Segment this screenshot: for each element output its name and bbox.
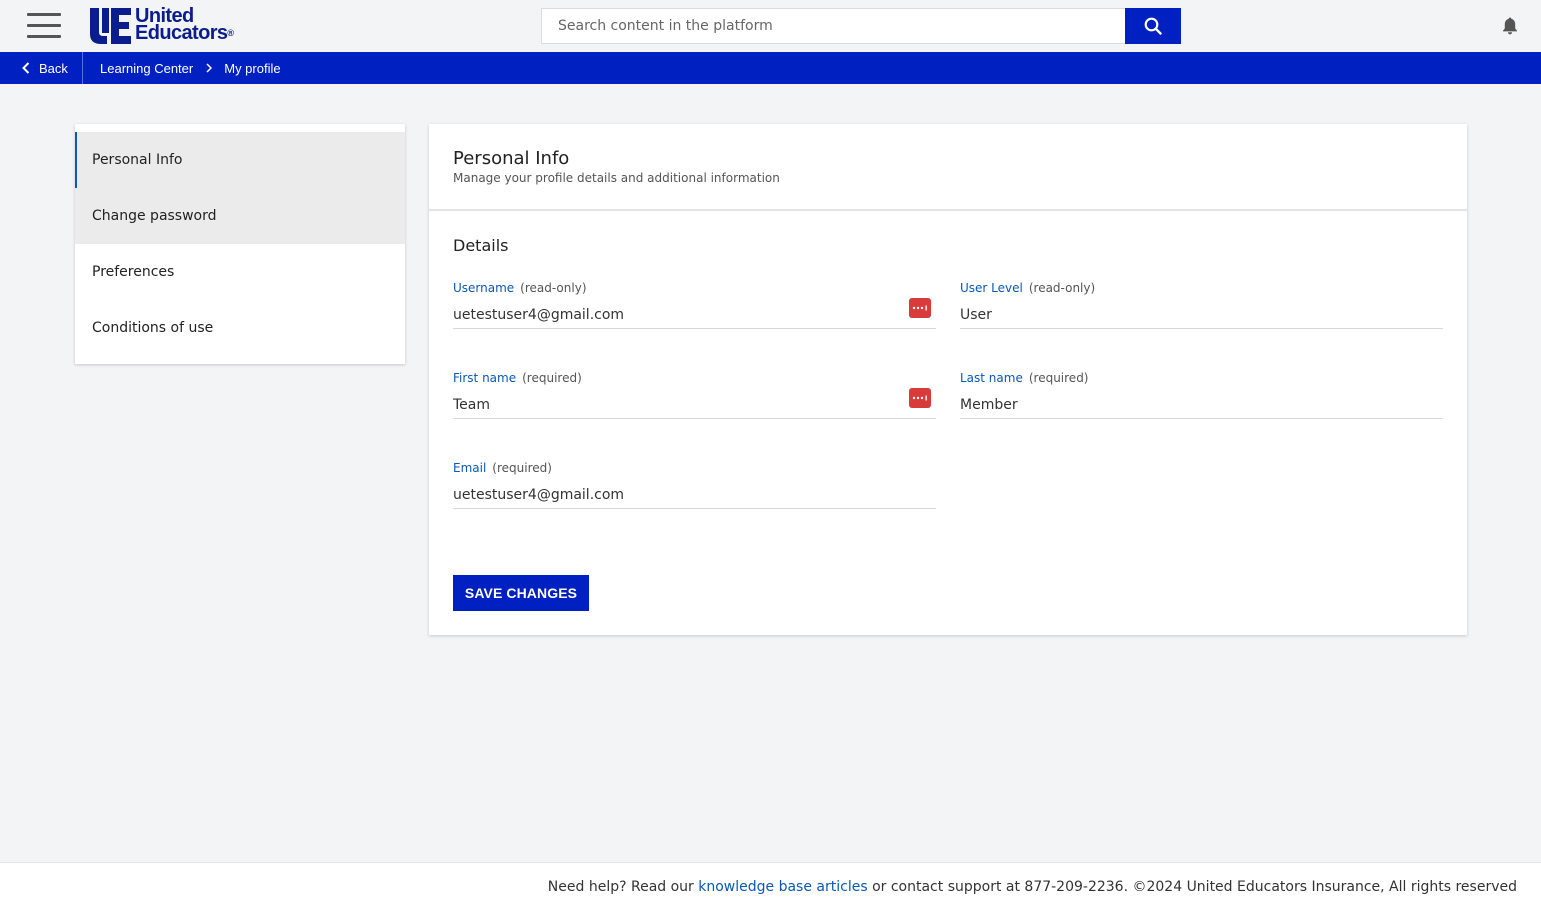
field-label: User Level — [960, 281, 1023, 295]
search-icon — [1144, 17, 1162, 35]
united-educators-logo[interactable]: United Educators® — [88, 6, 234, 46]
field-label: Last name — [960, 371, 1023, 385]
first-name-field: First name (required) — [453, 371, 936, 419]
sidebar-item-label: Change password — [92, 208, 217, 224]
username-input[interactable] — [453, 307, 893, 323]
last-name-field: Last name (required) — [960, 371, 1443, 419]
email-label: Email (required) — [453, 461, 552, 475]
logo-line-2: Educators — [135, 22, 228, 44]
field-label: Username — [453, 281, 515, 295]
field-note: (read-only) — [1028, 281, 1096, 295]
footer-suffix: or contact support at 877-209-2236. ©202… — [867, 879, 1517, 895]
sidebar-item-change-password[interactable]: Change password — [75, 188, 405, 244]
breadcrumb-my-profile: My profile — [224, 60, 281, 76]
personal-info-card: Personal Info Manage your profile detail… — [429, 124, 1467, 635]
footer-prefix: Need help? Read our — [547, 879, 699, 895]
profile-sidebar: Personal Info Change password Preference… — [75, 124, 405, 364]
footer-help-text: Need help? Read our knowledge base artic… — [548, 879, 1517, 895]
ue-logo-mark-icon — [90, 8, 131, 44]
sidebar-item-personal-info[interactable]: Personal Info — [75, 132, 405, 188]
user-level-label: User Level (read-only) — [960, 281, 1095, 295]
field-label: Email — [453, 461, 487, 475]
breadcrumb-learning-center[interactable]: Learning Center — [100, 61, 193, 76]
user-level-input[interactable] — [960, 307, 1400, 323]
sidebar-item-label: Preferences — [92, 264, 175, 280]
first-name-label: First name (required) — [453, 371, 582, 385]
field-note: (required) — [1028, 371, 1089, 385]
logo-wordmark: United Educators® — [135, 6, 234, 44]
back-label: Back — [39, 60, 68, 76]
back-button[interactable]: Back — [0, 52, 83, 84]
save-changes-button[interactable]: SAVE CHANGES — [453, 575, 589, 611]
field-label: First name — [453, 371, 517, 385]
breadcrumb-bar: Back Learning Center My profile — [0, 52, 1541, 84]
breadcrumb: Learning Center My profile — [100, 52, 281, 84]
username-field: Username (read-only) — [453, 281, 936, 329]
first-name-input[interactable] — [453, 397, 893, 413]
bell-icon[interactable] — [1501, 16, 1519, 36]
knowledge-base-link[interactable]: knowledge base articles — [698, 879, 867, 895]
chevron-right-icon — [206, 63, 213, 73]
email-field: Email (required) — [453, 461, 936, 509]
search-input[interactable] — [541, 8, 1125, 44]
logo-registered-mark: ® — [227, 28, 234, 38]
chevron-left-icon — [22, 62, 30, 74]
card-header: Personal Info Manage your profile detail… — [429, 124, 1467, 211]
password-manager-icon[interactable] — [909, 388, 931, 408]
sidebar-item-preferences[interactable]: Preferences — [75, 244, 405, 300]
hamburger-menu-icon[interactable] — [27, 13, 61, 39]
field-note: (read-only) — [520, 281, 587, 295]
email-input[interactable] — [453, 487, 893, 503]
field-note: (required) — [492, 461, 552, 475]
username-label: Username (read-only) — [453, 281, 587, 295]
footer: Need help? Read our knowledge base artic… — [0, 862, 1541, 911]
last-name-label: Last name (required) — [960, 371, 1089, 385]
top-bar: United Educators® — [0, 0, 1541, 52]
sidebar-item-label: Conditions of use — [92, 320, 214, 336]
search-bar — [541, 8, 1181, 44]
sidebar-item-label: Personal Info — [92, 152, 183, 168]
password-manager-icon[interactable] — [909, 298, 931, 318]
page-title: Personal Info — [453, 148, 570, 169]
sidebar-item-conditions-of-use[interactable]: Conditions of use — [75, 300, 405, 356]
field-note: (required) — [522, 371, 582, 385]
search-button[interactable] — [1125, 8, 1181, 44]
user-level-field: User Level (read-only) — [960, 281, 1443, 329]
page-subtitle: Manage your profile details and addition… — [453, 171, 780, 185]
details-heading: Details — [453, 236, 509, 255]
last-name-input[interactable] — [960, 397, 1400, 413]
